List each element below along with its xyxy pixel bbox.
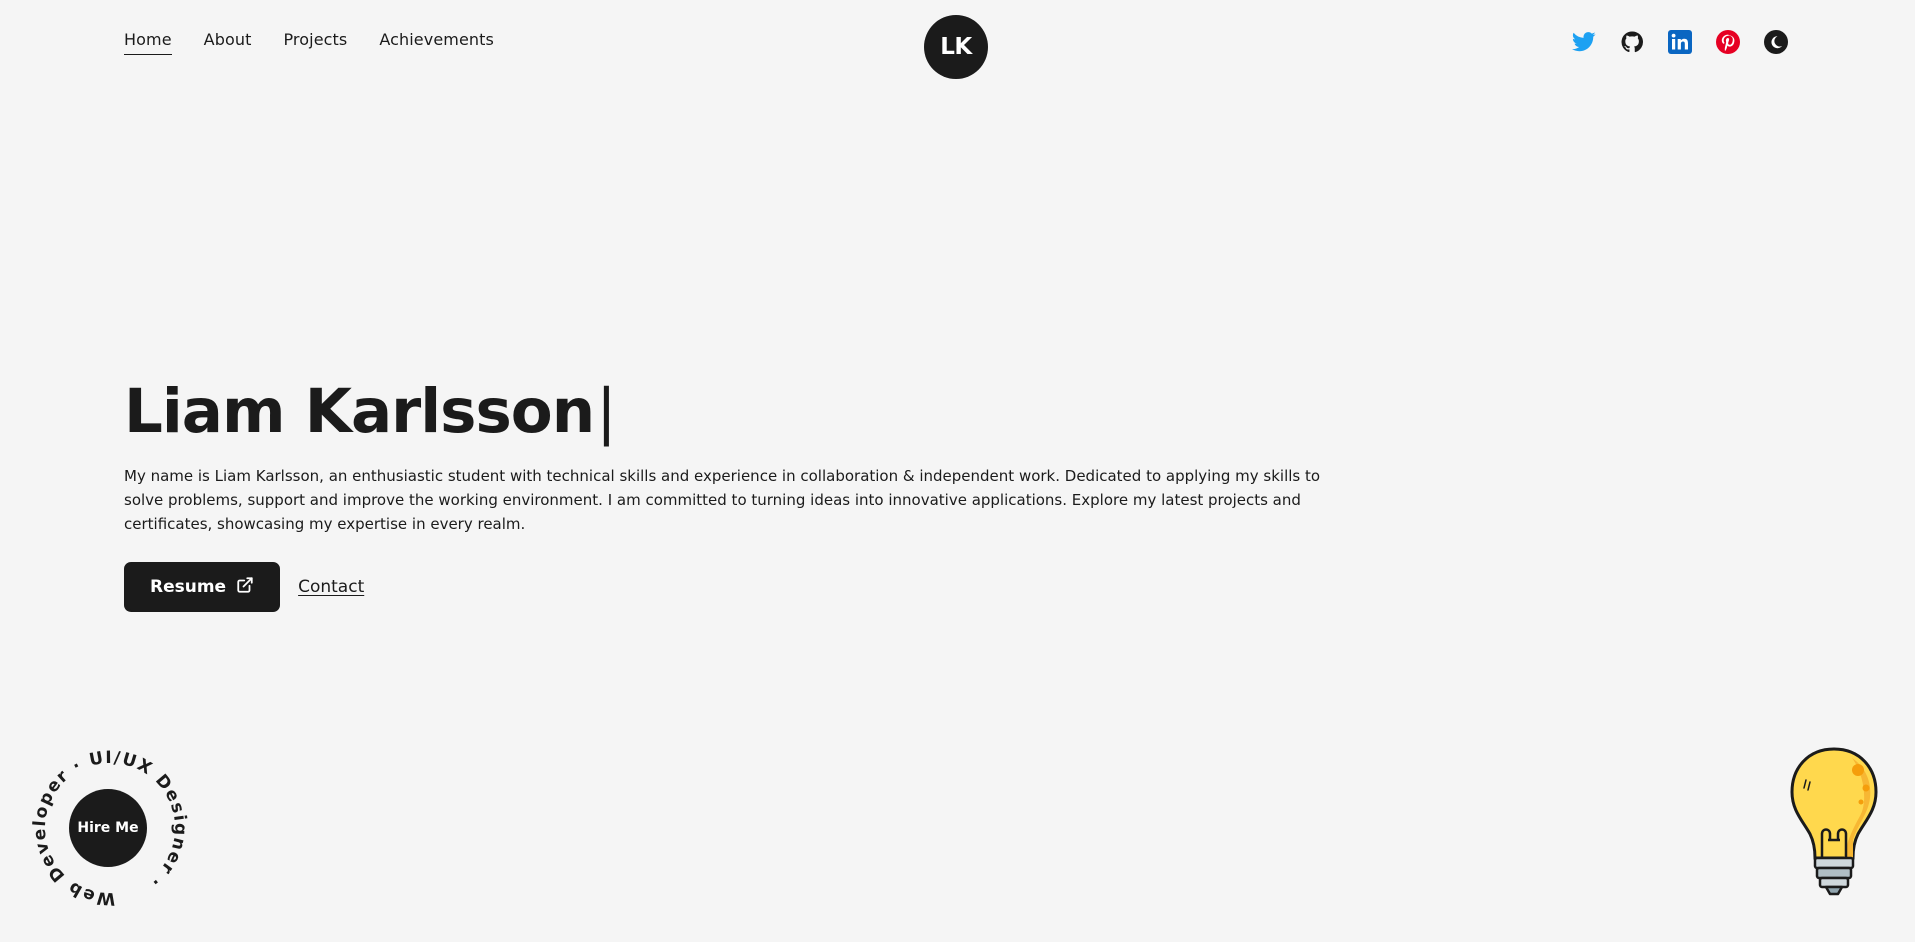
external-link-icon	[236, 576, 254, 599]
contact-link[interactable]: Contact	[298, 577, 364, 597]
nav-home[interactable]: Home	[124, 30, 172, 55]
hire-badge: Web Developer · UI/UX Designer · Hire Me	[30, 748, 190, 908]
theme-toggle-icon[interactable]	[1764, 30, 1788, 54]
resume-button[interactable]: Resume	[124, 562, 281, 612]
hero-section: Liam Karlsson| My name is Liam Karlsson,…	[124, 372, 1374, 612]
nav-achievements[interactable]: Achievements	[379, 30, 494, 53]
github-icon[interactable]	[1620, 30, 1644, 54]
hero-description: My name is Liam Karlsson, an enthusiasti…	[124, 467, 1321, 533]
pinterest-icon[interactable]	[1716, 30, 1740, 54]
resume-label: Resume	[150, 577, 227, 597]
site-logo[interactable]: LK	[924, 15, 988, 79]
nav-projects[interactable]: Projects	[283, 30, 347, 53]
lightbulb-icon[interactable]	[1782, 744, 1886, 914]
hero-actions: Resume Contact	[124, 562, 1374, 612]
hero-name: Liam Karlsson	[124, 376, 595, 447]
hero-title: Liam Karlsson|	[124, 372, 1374, 452]
hire-me-button[interactable]: Hire Me	[69, 789, 147, 867]
nav-about[interactable]: About	[204, 30, 252, 53]
portfolio-page: Home About Projects Achievements LK Liam…	[0, 0, 1915, 942]
main-nav: Home About Projects Achievements	[124, 30, 494, 55]
linkedin-icon[interactable]	[1668, 30, 1692, 54]
social-links	[1572, 30, 1788, 54]
twitter-icon[interactable]	[1572, 30, 1596, 54]
typing-cursor: |	[596, 376, 617, 447]
